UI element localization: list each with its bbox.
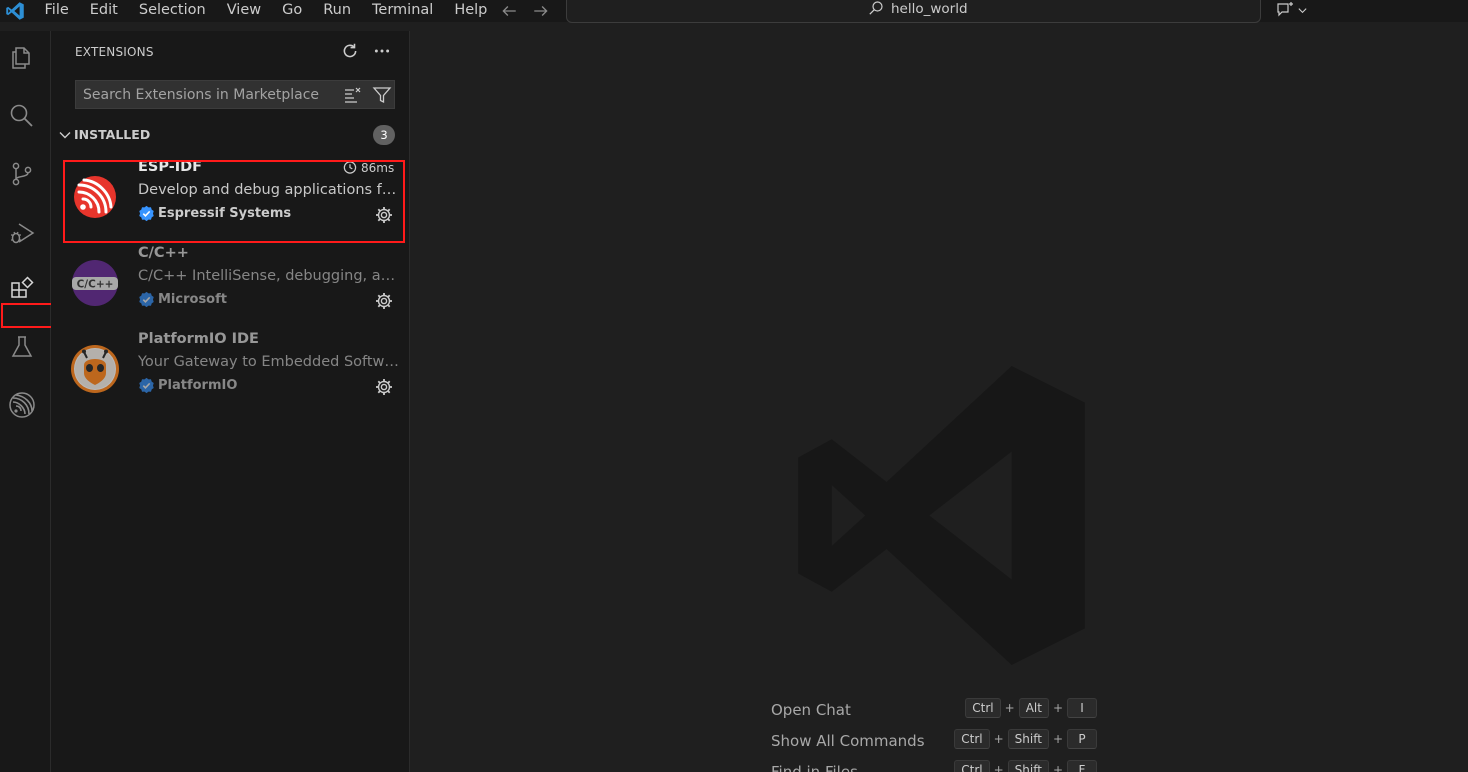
- menu-file[interactable]: File: [34, 0, 79, 22]
- activity-explorer[interactable]: [0, 35, 44, 79]
- command-center[interactable]: hello_world: [566, 0, 1261, 23]
- run-debug-icon: [11, 223, 35, 244]
- title-bar: File Edit Selection View Go Run Terminal…: [0, 0, 1468, 23]
- chevron-down-icon: [1298, 7, 1307, 13]
- keycap: Ctrl: [954, 729, 990, 749]
- keycap: Alt: [1018, 698, 1049, 718]
- vscode-watermark-icon: [798, 366, 1085, 665]
- plus-sign: +: [993, 763, 1004, 772]
- activity-espressif[interactable]: [0, 383, 44, 427]
- keycap: F: [1067, 760, 1097, 772]
- extension-description: C/C++ IntelliSense, debugging, and code …: [138, 268, 400, 284]
- extension-item-cpp[interactable]: C/C++ C/C++ C/C++ IntelliSense, debuggin…: [51, 245, 409, 331]
- shortcut-label: Open Chat: [771, 701, 851, 719]
- shortcut-hints: Open Chat Ctrl + Alt + I Show All Commands…: [771, 697, 1131, 772]
- extensions-sidebar: EXTENSIONS INSTALLED 3 ESP-IDF 86ms Deve…: [51, 31, 410, 772]
- publisher-name: PlatformIO: [158, 378, 238, 393]
- extension-name: C/C++: [138, 245, 189, 261]
- arrow-left-icon[interactable]: [500, 2, 518, 20]
- installed-count-badge: 3: [373, 125, 395, 145]
- activity-source-control[interactable]: [0, 152, 44, 196]
- keycap: Ctrl: [954, 760, 990, 772]
- menu-go[interactable]: Go: [272, 0, 313, 22]
- menu-view[interactable]: View: [216, 0, 271, 22]
- section-label: INSTALLED: [74, 127, 151, 142]
- copilot-chat-button[interactable]: [1275, 1, 1308, 19]
- chevron-down-icon: [59, 132, 71, 139]
- plus-sign: +: [993, 732, 1004, 746]
- gear-icon[interactable]: [374, 377, 394, 397]
- cpp-logo-text: C/C++: [77, 279, 114, 291]
- search-icon: [10, 104, 33, 127]
- keycap: Ctrl: [965, 698, 1001, 718]
- filter-icon[interactable]: [372, 85, 392, 105]
- extension-description: Your Gateway to Embedded Software Develo…: [138, 354, 400, 370]
- gear-icon[interactable]: [374, 291, 394, 311]
- shortcut-row[interactable]: Find in Files Ctrl + Shift + F: [771, 759, 1131, 772]
- shortcut-label: Find in Files: [771, 763, 858, 772]
- menu-terminal[interactable]: Terminal: [362, 0, 444, 22]
- clear-filter-icon[interactable]: [344, 86, 362, 104]
- menu-edit[interactable]: Edit: [79, 0, 128, 22]
- explorer-icon: [12, 47, 30, 69]
- keycap: Shift: [1007, 729, 1049, 749]
- search-icon: [869, 1, 883, 15]
- plus-sign: +: [1004, 701, 1015, 715]
- platformio-logo-icon: [71, 345, 119, 393]
- shortcut-label: Show All Commands: [771, 732, 925, 750]
- extension-publisher: Microsoft: [138, 291, 227, 308]
- testing-icon: [11, 336, 33, 357]
- espressif-icon: [9, 392, 35, 418]
- activity-testing[interactable]: [0, 325, 44, 369]
- cpp-logo-icon: C/C++: [72, 260, 118, 306]
- menu-run[interactable]: Run: [313, 0, 362, 22]
- esp-idf-highlight-box: [63, 160, 405, 243]
- extension-item-platformio[interactable]: PlatformIO IDE Your Gateway to Embedded …: [51, 331, 409, 417]
- shortcut-row[interactable]: Open Chat Ctrl + Alt + I: [771, 697, 1131, 728]
- extensions-search-box: [75, 80, 395, 109]
- publisher-name: Microsoft: [158, 292, 227, 307]
- vscode-logo-icon: [6, 2, 24, 20]
- menu-selection[interactable]: Selection: [128, 0, 216, 22]
- activity-bar: [0, 31, 63, 772]
- activity-search[interactable]: [0, 94, 44, 138]
- extension-name: PlatformIO IDE: [138, 331, 259, 347]
- activity-run-debug[interactable]: [0, 211, 44, 255]
- installed-section-header[interactable]: INSTALLED 3: [51, 124, 409, 146]
- keycap: P: [1067, 729, 1097, 749]
- extensions-icon: [11, 276, 34, 298]
- shortcut-keys: Ctrl + Shift + F: [954, 760, 1097, 772]
- plus-sign: +: [1052, 701, 1063, 715]
- shortcut-keys: Ctrl + Shift + P: [954, 729, 1097, 749]
- keycap: I: [1067, 698, 1097, 718]
- sidebar-actions: [341, 42, 391, 60]
- arrow-right-icon[interactable]: [532, 2, 550, 20]
- command-center-text: hello_world: [891, 1, 968, 17]
- extension-publisher: PlatformIO: [138, 377, 237, 394]
- verified-badge-icon: [139, 291, 154, 308]
- refresh-icon[interactable]: [341, 42, 359, 60]
- more-actions-icon[interactable]: [373, 42, 391, 60]
- verified-badge-icon: [139, 377, 154, 394]
- menu-help[interactable]: Help: [444, 0, 498, 22]
- chat-sparkle-icon: [1277, 2, 1293, 17]
- shortcut-keys: Ctrl + Alt + I: [965, 698, 1097, 718]
- navigation-arrows: [500, 2, 550, 20]
- plus-sign: +: [1052, 763, 1063, 772]
- extensions-search-input[interactable]: [76, 81, 338, 108]
- source-control-icon: [12, 162, 32, 186]
- sidebar-title: EXTENSIONS: [75, 45, 154, 59]
- editor-area: Open Chat Ctrl + Alt + I Show All Commands…: [411, 31, 1468, 772]
- shortcut-row[interactable]: Show All Commands Ctrl + Shift + P: [771, 728, 1131, 759]
- keycap: Shift: [1007, 760, 1049, 772]
- menu-bar: File Edit Selection View Go Run Terminal…: [34, 0, 498, 22]
- plus-sign: +: [1052, 732, 1063, 746]
